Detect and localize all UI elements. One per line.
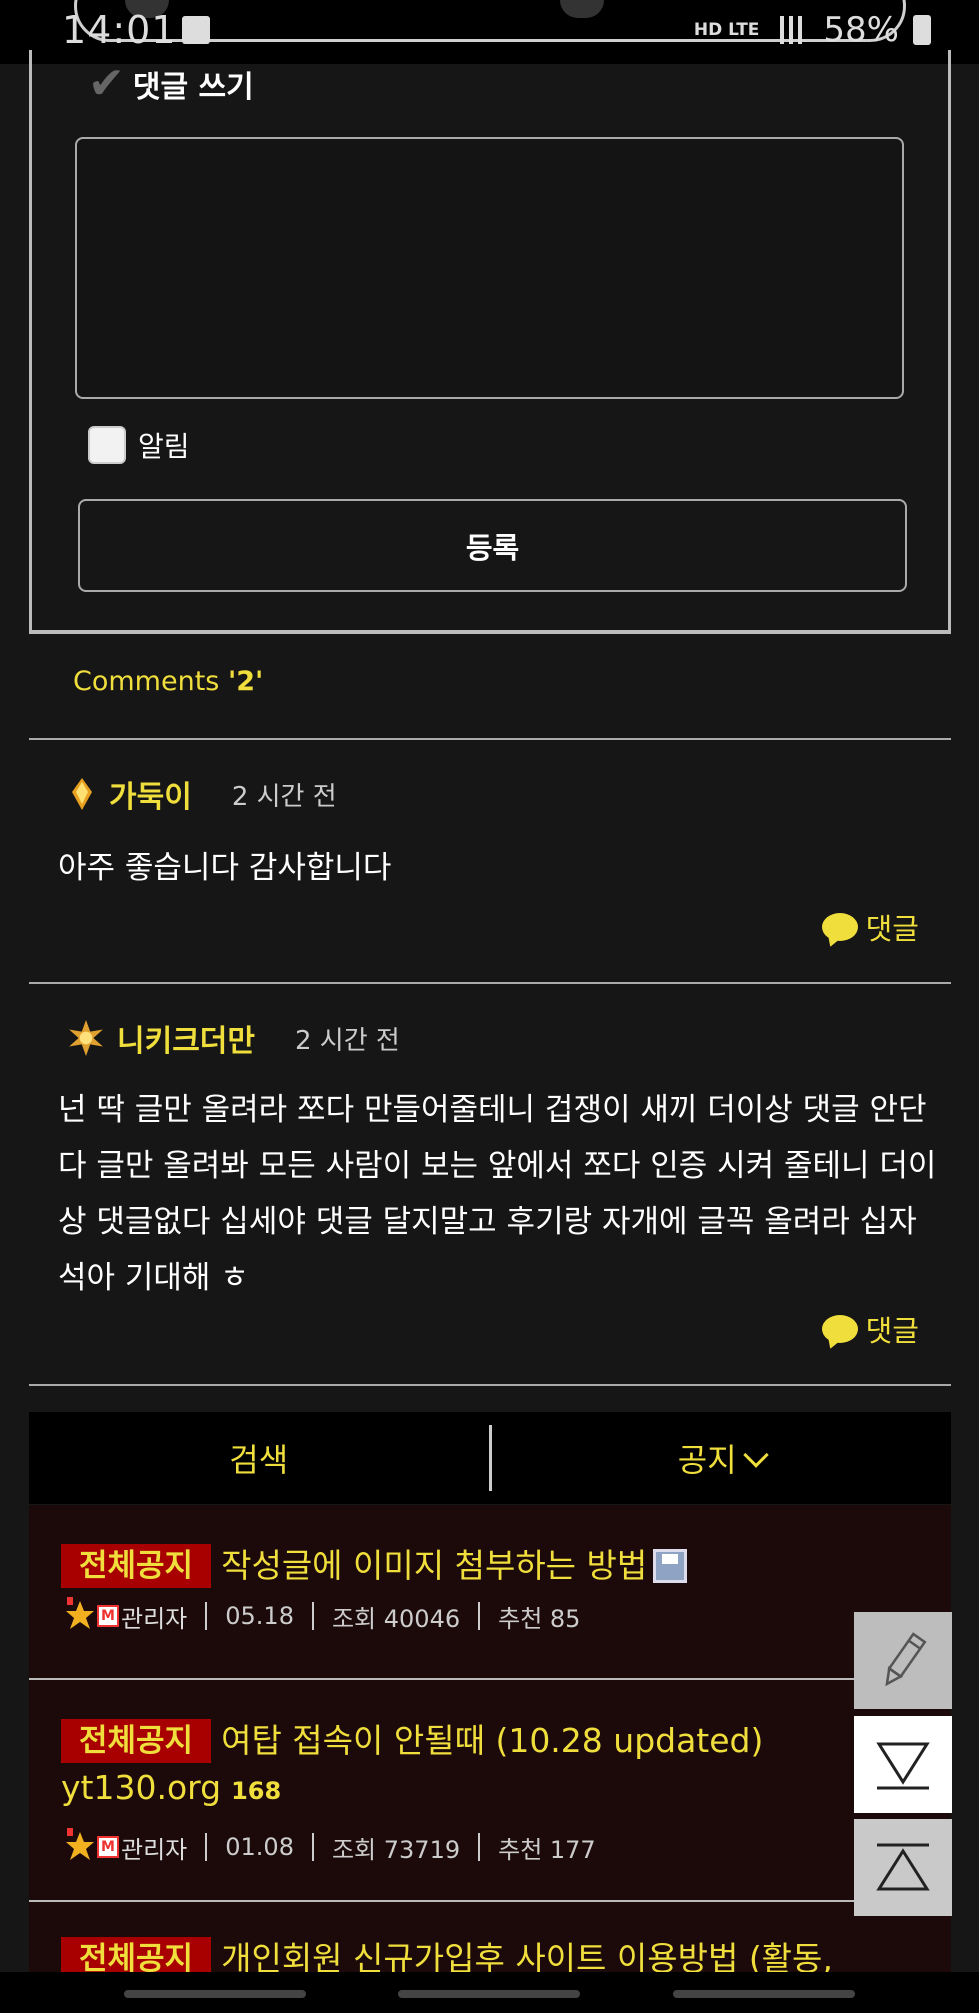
triangle-down-icon: [876, 1742, 930, 1789]
reply-button[interactable]: 댓글: [821, 1308, 919, 1350]
reply-label: 댓글: [865, 912, 919, 946]
comment-time: 2 시간 전: [231, 781, 337, 812]
scroll-up-button[interactable]: [854, 1819, 952, 1916]
signal-icon: [773, 16, 810, 44]
m-badge-icon: M: [97, 1605, 119, 1627]
comment-header: 가둑이 2 시간 전: [67, 772, 337, 816]
notify-toggle[interactable]: 알림: [88, 425, 190, 465]
floppy-disk-icon: [653, 1549, 688, 1583]
battery-icon: [913, 15, 931, 45]
notification-icon: [182, 16, 210, 44]
notice-list: 전체공지 작성글에 이미지 첨부하는 방법 M 관리자 05.18 조회 4004…: [29, 1505, 951, 1975]
notice-meta: M 관리자 01.08 조회 73719 추천 177: [65, 1828, 596, 1866]
system-nav-bar: [0, 1972, 979, 2013]
notice-views: 조회 40046: [331, 1604, 461, 1633]
nav-back[interactable]: [673, 1990, 855, 1998]
comment-form-label: 댓글 쓰기: [132, 70, 254, 105]
write-post-button[interactable]: [854, 1612, 952, 1709]
notice-tag: 전체공지: [61, 1544, 212, 1588]
divider: [29, 1384, 951, 1386]
status-time: 14:01: [62, 8, 177, 52]
rank-badge-icon: [69, 1020, 103, 1056]
notice-title[interactable]: 작성글에 이미지 첨부하는 방법: [221, 1546, 647, 1585]
notice-tag: 전체공지: [61, 1719, 212, 1763]
notice-tag: 전체공지: [61, 1937, 212, 1975]
comment-text: 아주 좋습니다 감사합니다: [58, 850, 392, 886]
speech-bubble-icon: [821, 1315, 858, 1343]
tab-notice-label: 공지: [677, 1441, 737, 1479]
battery-percent: 58%: [823, 10, 899, 50]
meta-separator: [311, 1602, 314, 1630]
notice-comment-count: 168: [231, 1777, 282, 1805]
meta-separator: [311, 1833, 314, 1861]
notice-item[interactable]: 전체공지 개인회원 신규가입후 사이트 이용방법 (활동,: [29, 1902, 951, 1975]
notice-date: 01.08: [225, 1833, 294, 1861]
m-badge-icon: M: [97, 1836, 119, 1858]
reply-button[interactable]: 댓글: [821, 906, 919, 948]
notice-meta: M 관리자 05.18 조회 40046 추천 85: [65, 1597, 580, 1635]
comment-time: 2 시간 전: [295, 1025, 400, 1056]
comment-item: 니키크더만 2 시간 전 넌 딱 글만 올려라 쪼다 만들어줄테니 겁쟁이 새끼…: [29, 984, 951, 1386]
checkmark-icon: ✔: [88, 58, 125, 109]
notice-title-line: 전체공지 개인회원 신규가입후 사이트 이용방법 (활동,: [61, 1934, 833, 1975]
notice-likes: 추천 85: [498, 1604, 581, 1633]
comments-header-label: Comments: [73, 666, 228, 697]
board-tabs: 검색 공지: [29, 1412, 951, 1504]
rank-badge-icon: [72, 778, 92, 810]
comment-form-title: ✔ 댓글 쓰기: [88, 62, 254, 106]
notice-item[interactable]: 전체공지 작성글에 이미지 첨부하는 방법 M 관리자 05.18 조회 4004…: [29, 1505, 951, 1678]
notice-title[interactable]: 여탑 접속이 안될때 (10.28 updated): [221, 1721, 763, 1760]
tab-search-label: 검색: [229, 1441, 289, 1479]
notice-title-line2: yt130.org 168: [61, 1768, 281, 1807]
notice-author[interactable]: 관리자: [121, 1599, 187, 1634]
notice-title-line: 전체공지 여탑 접속이 안될때 (10.28 updated): [61, 1716, 763, 1766]
comment-text: 넌 딱 글만 올려라 쪼다 만들어줄테니 겁쟁이 새끼 더이상 댓글 안단다 글…: [58, 1092, 937, 1296]
status-right: HD LTE 58%: [694, 10, 931, 50]
notice-item[interactable]: 전체공지 여탑 접속이 안될때 (10.28 updated) yt130.org…: [29, 1680, 951, 1900]
notice-title-line: 전체공지 작성글에 이미지 첨부하는 방법: [61, 1541, 688, 1591]
admin-badge-icon: [66, 1828, 94, 1860]
meta-separator: [205, 1602, 208, 1630]
submit-button[interactable]: 등록: [78, 499, 907, 592]
comment-textarea[interactable]: [75, 137, 904, 399]
meta-separator: [478, 1602, 481, 1630]
notice-title[interactable]: 개인회원 신규가입후 사이트 이용방법 (활동,: [221, 1939, 833, 1975]
comment-item: 가둑이 2 시간 전 아주 좋습니다 감사합니다 댓글: [29, 740, 951, 984]
tab-notice[interactable]: 공지: [492, 1412, 952, 1504]
notify-checkbox[interactable]: [88, 426, 126, 464]
meta-separator: [205, 1833, 208, 1861]
network-indicator: HD LTE: [693, 19, 760, 40]
tab-search[interactable]: 검색: [29, 1412, 489, 1504]
nav-recents[interactable]: [124, 1990, 306, 1998]
comment-header: 니키크더만 2 시간 전: [67, 1016, 400, 1060]
comments-count: '2': [227, 666, 264, 697]
comments-header: Comments '2': [73, 666, 263, 697]
notice-date: 05.18: [225, 1602, 294, 1630]
comment-author[interactable]: 가둑이: [109, 772, 192, 816]
speech-bubble-icon: [821, 913, 858, 941]
notice-views: 조회 73719: [331, 1835, 461, 1864]
chevron-down-icon: [742, 1442, 769, 1468]
notice-title-cont[interactable]: yt130.org: [61, 1768, 221, 1807]
triangle-up-icon: [876, 1843, 930, 1890]
notify-label: 알림: [138, 430, 190, 463]
notice-likes: 추천 177: [498, 1835, 596, 1864]
meta-separator: [478, 1833, 481, 1861]
scroll-down-button[interactable]: [854, 1716, 952, 1813]
notice-author[interactable]: 관리자: [121, 1830, 187, 1865]
pencil-icon: [885, 1631, 927, 1686]
admin-badge-icon: [66, 1597, 94, 1629]
nav-home[interactable]: [398, 1990, 580, 1998]
reply-label: 댓글: [865, 1314, 919, 1348]
comment-author[interactable]: 니키크더만: [117, 1016, 255, 1060]
